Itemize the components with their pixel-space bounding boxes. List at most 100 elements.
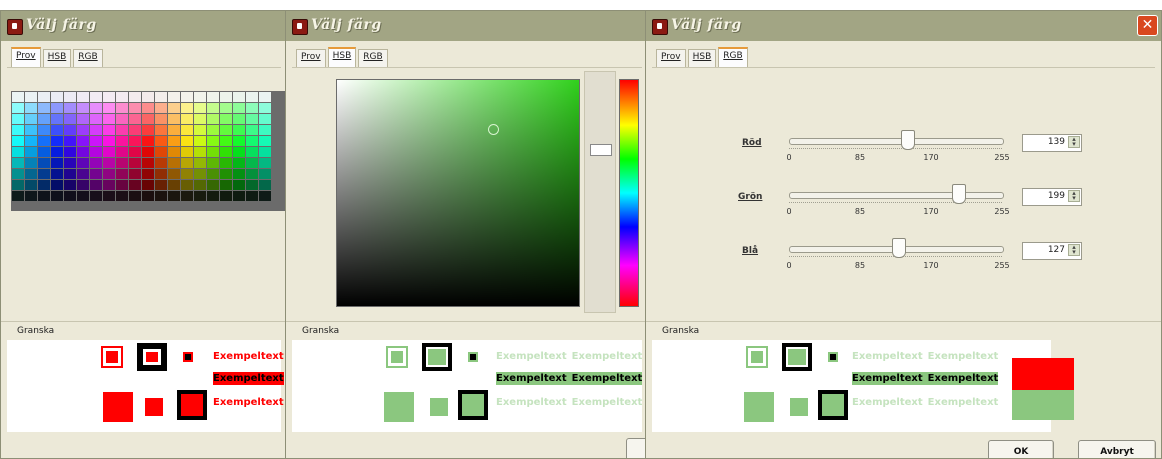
color-swatch[interactable] xyxy=(233,191,245,201)
spinner-arrows-icon[interactable]: ▴ ▾ xyxy=(1068,190,1080,202)
color-swatch[interactable] xyxy=(220,191,232,201)
color-swatch[interactable] xyxy=(207,125,219,135)
color-swatch[interactable] xyxy=(116,114,128,124)
color-swatch[interactable] xyxy=(25,147,37,157)
tab-swatches[interactable]: Prov xyxy=(656,49,686,67)
color-swatch[interactable] xyxy=(51,114,63,124)
color-swatch[interactable] xyxy=(181,136,193,146)
cancel-button[interactable]: Avbryt xyxy=(1078,440,1156,458)
color-swatch[interactable] xyxy=(51,147,63,157)
color-swatch[interactable] xyxy=(90,191,102,201)
color-swatch[interactable] xyxy=(168,180,180,190)
green-slider-track[interactable] xyxy=(789,192,1004,199)
color-swatch[interactable] xyxy=(155,114,167,124)
color-swatch[interactable] xyxy=(246,136,258,146)
color-swatch[interactable] xyxy=(25,103,37,113)
color-swatch[interactable] xyxy=(90,136,102,146)
color-swatch[interactable] xyxy=(38,136,50,146)
color-swatch[interactable] xyxy=(155,92,167,102)
title-bar[interactable]: Välj färg ✕ xyxy=(646,11,1161,41)
color-swatch[interactable] xyxy=(207,169,219,179)
color-swatch[interactable] xyxy=(12,136,24,146)
color-swatch[interactable] xyxy=(194,92,206,102)
color-swatch[interactable] xyxy=(259,191,271,201)
color-swatch[interactable] xyxy=(12,125,24,135)
color-swatch[interactable] xyxy=(181,191,193,201)
color-swatch[interactable] xyxy=(25,92,37,102)
color-swatch[interactable] xyxy=(90,169,102,179)
color-swatch[interactable] xyxy=(220,92,232,102)
color-swatch[interactable] xyxy=(77,103,89,113)
color-swatch[interactable] xyxy=(103,125,115,135)
color-swatch[interactable] xyxy=(12,103,24,113)
color-swatch[interactable] xyxy=(207,92,219,102)
color-swatch[interactable] xyxy=(194,158,206,168)
color-swatch[interactable] xyxy=(129,158,141,168)
color-swatch[interactable] xyxy=(25,180,37,190)
color-swatch[interactable] xyxy=(116,136,128,146)
color-swatch[interactable] xyxy=(38,169,50,179)
color-swatch[interactable] xyxy=(116,158,128,168)
spinner-arrows-icon[interactable]: ▴ ▾ xyxy=(1068,136,1080,148)
color-swatch[interactable] xyxy=(259,147,271,157)
color-swatch[interactable] xyxy=(129,136,141,146)
color-swatch[interactable] xyxy=(168,191,180,201)
color-swatch[interactable] xyxy=(220,125,232,135)
color-swatch[interactable] xyxy=(142,136,154,146)
color-swatch[interactable] xyxy=(155,147,167,157)
color-swatch[interactable] xyxy=(259,136,271,146)
color-swatch[interactable] xyxy=(233,103,245,113)
color-swatch[interactable] xyxy=(116,125,128,135)
color-swatch[interactable] xyxy=(90,147,102,157)
color-swatch[interactable] xyxy=(207,191,219,201)
color-swatch[interactable] xyxy=(194,180,206,190)
saturation-brightness-square[interactable] xyxy=(336,79,580,307)
color-swatch[interactable] xyxy=(25,125,37,135)
color-swatch[interactable] xyxy=(246,180,258,190)
ok-button[interactable]: OK xyxy=(988,440,1054,458)
color-swatch[interactable] xyxy=(51,191,63,201)
tab-hsb[interactable]: HSB xyxy=(687,49,717,67)
color-swatch[interactable] xyxy=(168,136,180,146)
color-swatch[interactable] xyxy=(142,92,154,102)
color-swatch[interactable] xyxy=(64,103,76,113)
blue-slider-thumb[interactable] xyxy=(892,238,906,258)
color-swatch[interactable] xyxy=(64,158,76,168)
color-swatch[interactable] xyxy=(129,103,141,113)
color-swatch[interactable] xyxy=(207,114,219,124)
color-swatch[interactable] xyxy=(194,191,206,201)
color-swatch[interactable] xyxy=(246,147,258,157)
color-swatch[interactable] xyxy=(77,158,89,168)
color-swatch[interactable] xyxy=(142,158,154,168)
color-swatch[interactable] xyxy=(259,125,271,135)
tab-rgb[interactable]: RGB xyxy=(73,49,103,67)
color-swatch[interactable] xyxy=(90,92,102,102)
color-swatch[interactable] xyxy=(51,158,63,168)
color-swatch[interactable] xyxy=(12,92,24,102)
color-swatch[interactable] xyxy=(90,180,102,190)
color-swatch[interactable] xyxy=(155,191,167,201)
color-swatch[interactable] xyxy=(51,136,63,146)
tab-hsb[interactable]: HSB xyxy=(42,49,72,67)
color-swatch[interactable] xyxy=(116,169,128,179)
color-swatch[interactable] xyxy=(64,180,76,190)
color-swatch[interactable] xyxy=(116,103,128,113)
color-swatch[interactable] xyxy=(12,169,24,179)
color-swatch[interactable] xyxy=(181,147,193,157)
color-swatch[interactable] xyxy=(246,92,258,102)
color-swatch[interactable] xyxy=(25,191,37,201)
color-swatch[interactable] xyxy=(220,114,232,124)
color-swatch[interactable] xyxy=(90,125,102,135)
color-swatch[interactable] xyxy=(129,125,141,135)
color-swatch[interactable] xyxy=(233,114,245,124)
color-swatch[interactable] xyxy=(168,114,180,124)
green-spinner[interactable]: 199 ▴ ▾ xyxy=(1022,188,1082,206)
color-swatch[interactable] xyxy=(103,92,115,102)
color-swatch[interactable] xyxy=(194,125,206,135)
color-swatch[interactable] xyxy=(129,92,141,102)
color-swatch[interactable] xyxy=(259,158,271,168)
color-swatch[interactable] xyxy=(181,125,193,135)
color-swatch[interactable] xyxy=(77,147,89,157)
color-swatch[interactable] xyxy=(38,147,50,157)
hue-spectrum-bar[interactable] xyxy=(619,79,639,307)
